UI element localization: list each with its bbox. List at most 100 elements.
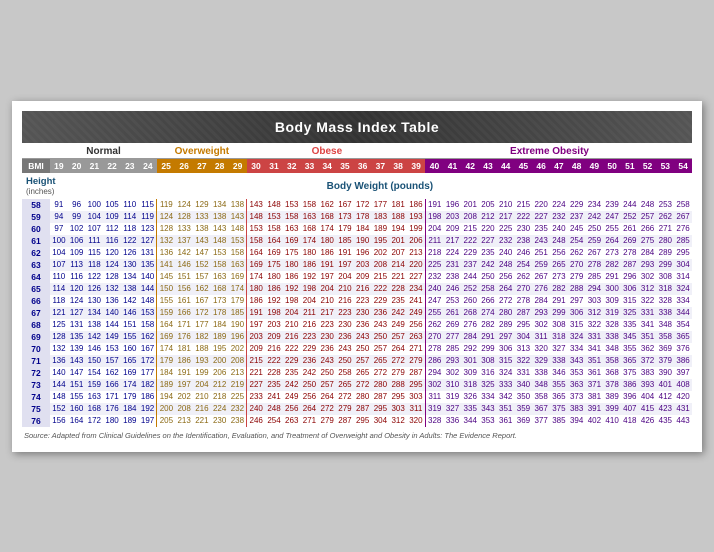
weight-cell: 324 xyxy=(674,283,692,295)
weight-cell: 209 xyxy=(247,343,265,355)
weight-cell: 315 xyxy=(497,355,515,367)
obese-category: Obese xyxy=(247,143,407,159)
weight-cell: 124 xyxy=(103,259,121,271)
weight-cell: 130 xyxy=(121,259,139,271)
weight-cell: 242 xyxy=(479,259,497,271)
weight-cell: 169 xyxy=(265,247,283,259)
weight-cell: 110 xyxy=(121,199,139,211)
weight-cell: 287 xyxy=(336,415,354,427)
weight-cell: 272 xyxy=(389,355,407,367)
weight-cell: 191 xyxy=(336,247,354,259)
weight-cell: 97 xyxy=(50,223,68,235)
weight-cell: 188 xyxy=(389,211,407,223)
weight-cell: 256 xyxy=(283,403,301,415)
weight-cell: 175 xyxy=(283,247,301,259)
weight-cell: 148 xyxy=(211,235,229,247)
weight-cell: 203 xyxy=(354,259,372,271)
weight-cell: 375 xyxy=(621,367,639,379)
weight-cell: 355 xyxy=(621,343,639,355)
weight-cell: 158 xyxy=(247,235,265,247)
weight-cell: 151 xyxy=(175,271,193,283)
weight-cell: 302 xyxy=(425,379,443,391)
weight-cell: 314 xyxy=(674,271,692,283)
weight-cell: 248 xyxy=(497,259,515,271)
weight-cell: 280 xyxy=(372,379,390,391)
weight-cell: 280 xyxy=(656,235,674,247)
weight-cell: 219 xyxy=(229,379,247,391)
weight-cell: 91 xyxy=(50,199,68,211)
weight-cell: 289 xyxy=(656,247,674,259)
weight-cell: 267 xyxy=(532,271,550,283)
weight-cell: 295 xyxy=(389,391,407,403)
weight-cell: 118 xyxy=(121,223,139,235)
weight-cell: 229 xyxy=(461,247,479,259)
weight-cell: 142 xyxy=(175,247,193,259)
weight-cell: 368 xyxy=(603,367,621,379)
height-cell: 59 xyxy=(22,211,50,223)
weight-cell: 365 xyxy=(621,355,639,367)
weight-cell: 212 xyxy=(479,211,497,223)
weight-cell: 240 xyxy=(550,223,568,235)
weight-cell: 220 xyxy=(479,223,497,235)
weight-cell: 272 xyxy=(318,403,336,415)
weight-cell: 227 xyxy=(247,379,265,391)
weight-cell: 122 xyxy=(121,235,139,247)
weight-cell: 143 xyxy=(193,235,211,247)
weight-cell: 160 xyxy=(68,403,86,415)
weight-cell: 173 xyxy=(211,295,229,307)
weight-cell: 260 xyxy=(461,295,479,307)
weight-cell: 306 xyxy=(568,307,586,319)
weight-cell: 235 xyxy=(265,379,283,391)
weight-cell: 246 xyxy=(247,415,265,427)
weight-cell: 120 xyxy=(103,247,121,259)
weight-cell: 346 xyxy=(550,367,568,379)
weight-cell: 126 xyxy=(85,283,103,295)
weight-cell: 193 xyxy=(193,355,211,367)
weight-cell: 107 xyxy=(85,223,103,235)
weight-cell: 153 xyxy=(103,343,121,355)
height-cell: 61 xyxy=(22,235,50,247)
weight-cell: 320 xyxy=(407,415,425,427)
weight-cell: 288 xyxy=(568,283,586,295)
weight-cell: 426 xyxy=(639,415,657,427)
table-row: 6712112713414014615315916617217818519119… xyxy=(22,307,692,319)
weight-cell: 190 xyxy=(354,235,372,247)
weight-cell: 243 xyxy=(372,319,390,331)
weight-cell: 200 xyxy=(211,355,229,367)
weight-cell: 328 xyxy=(425,415,443,427)
weight-cell: 167 xyxy=(336,199,354,211)
weight-cell: 304 xyxy=(515,331,533,343)
table-row: 5994991041091141191241281331381431481531… xyxy=(22,211,692,223)
weight-cell: 295 xyxy=(407,379,425,391)
weight-cell: 245 xyxy=(568,223,586,235)
weight-cell: 123 xyxy=(139,223,157,235)
weight-cell: 148 xyxy=(247,211,265,223)
overweight-category: Overweight xyxy=(157,143,247,159)
weight-cell: 132 xyxy=(50,343,68,355)
weight-cell: 331 xyxy=(515,367,533,379)
weight-cell: 381 xyxy=(586,391,604,403)
weight-cell: 195 xyxy=(211,343,229,355)
weight-cell: 216 xyxy=(301,319,319,331)
weight-cell: 313 xyxy=(515,343,533,355)
weight-cell: 169 xyxy=(229,271,247,283)
weight-cell: 158 xyxy=(211,259,229,271)
weight-cell: 250 xyxy=(354,343,372,355)
weight-cell: 136 xyxy=(103,295,121,307)
weight-cell: 293 xyxy=(532,307,550,319)
weight-cell: 173 xyxy=(336,211,354,223)
weight-cell: 124 xyxy=(175,199,193,211)
weight-cell: 201 xyxy=(461,199,479,211)
weight-cell: 269 xyxy=(444,319,462,331)
weight-cell: 185 xyxy=(229,307,247,319)
weight-cell: 371 xyxy=(586,379,604,391)
weight-cell: 202 xyxy=(372,247,390,259)
weight-cell: 311 xyxy=(532,331,550,343)
weight-cell: 216 xyxy=(265,343,283,355)
weight-cell: 229 xyxy=(283,355,301,367)
height-sub: (inches) xyxy=(26,187,64,196)
height-cell: 68 xyxy=(22,319,50,331)
weight-cell: 348 xyxy=(656,319,674,331)
weight-cell: 246 xyxy=(444,283,462,295)
weight-cell: 169 xyxy=(157,331,175,343)
